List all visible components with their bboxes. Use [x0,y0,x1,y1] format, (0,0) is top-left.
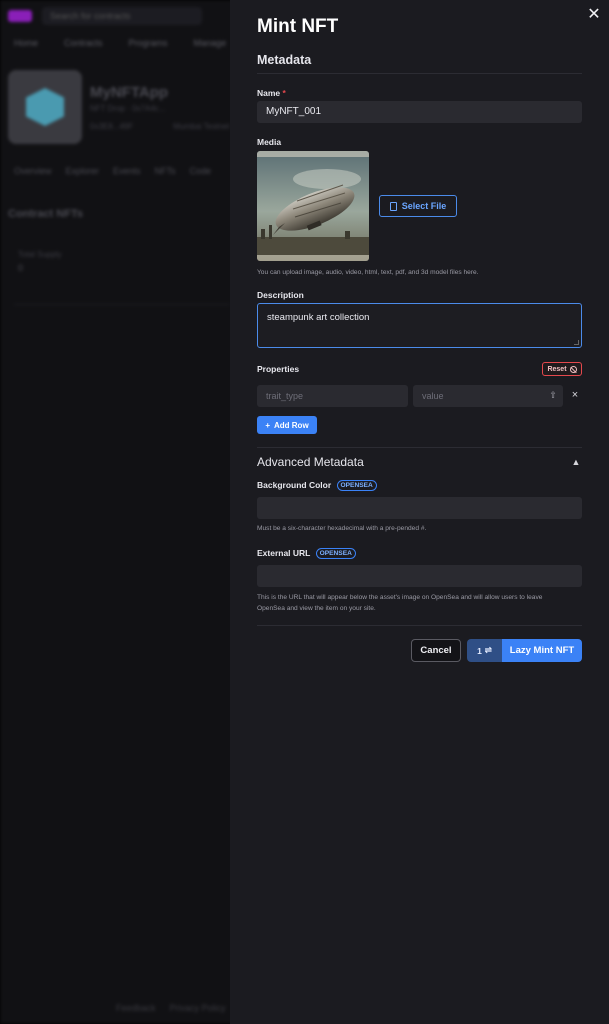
quantity-button[interactable]: 1 ⇌ [467,639,502,662]
page-footer: Feedback Privacy Policy [116,1003,226,1013]
select-file-label: Select File [401,201,447,211]
properties-label: Properties [257,364,300,374]
media-preview-image[interactable] [257,151,369,261]
resize-grip-icon[interactable] [574,340,579,345]
remove-row-icon[interactable]: × [569,388,581,402]
file-icon [389,201,397,211]
tab-events[interactable]: Events [113,166,141,176]
drawer-title: Mint NFT [257,16,339,37]
divider [257,625,582,626]
tab-explorer[interactable]: Explorer [66,166,100,176]
footer-link-privacy[interactable]: Privacy Policy [170,1003,226,1013]
stat-label: Total Supply [18,250,62,259]
opensea-badge: OPENSEA [336,480,377,491]
reset-label: Reset [547,365,567,373]
app-avatar [8,70,82,144]
add-row-button[interactable]: + Add Row [257,416,317,434]
stat-value: 0 [18,263,24,273]
contract-address[interactable]: 0x3E8...49F [90,122,133,131]
background-color-label: Background Color OPENSEA [257,480,377,491]
trait-type-input[interactable]: trait_type [257,385,408,407]
media-label: Media [257,137,282,147]
name-input[interactable]: MyNFT_001 [257,101,582,123]
app-name: MyNFTApp [90,84,169,101]
contract-tabs: Overview Explorer Events NFTs Code [14,166,211,176]
nav-item-manage[interactable]: Manage [194,38,227,48]
chevron-up-icon[interactable]: ▲ [570,456,582,468]
background-color-label-text: Background Color [257,480,332,490]
mint-nft-drawer: ✕ Mint NFT Metadata Name * MyNFT_001 Med… [230,0,609,1024]
close-icon[interactable]: ✕ [585,6,603,24]
external-url-help-2: OpenSea and view the item on your site. [257,605,376,612]
metadata-heading: Metadata [257,53,312,67]
nav-item-contracts[interactable]: Contracts [64,38,103,48]
description-textarea[interactable]: steampunk art collection [257,303,582,348]
nav-item-home[interactable]: Home [14,38,38,48]
section-title: Contract NFTs [8,208,83,220]
network-name: Mumbai Testnet [173,122,230,131]
cancel-button[interactable]: Cancel [411,639,461,662]
footer-link-feedback[interactable]: Feedback [116,1003,156,1013]
opensea-badge: OPENSEA [315,548,356,559]
tab-code[interactable]: Code [190,166,212,176]
table-divider [14,304,230,305]
app-meta-items: 0x3E8...49F Mumbai Testnet [90,122,229,131]
swap-icon: ⇌ [484,645,492,655]
brand-logo [8,10,32,22]
tab-nfts[interactable]: NFTs [155,166,176,176]
select-file-button[interactable]: Select File [379,195,457,217]
description-label: Description [257,290,304,300]
hexagon-icon [26,88,64,126]
add-row-label: Add Row [274,420,309,430]
external-url-input[interactable] [257,565,582,587]
description-value: steampunk art collection [267,312,370,323]
external-url-help-1: This is the URL that will appear below t… [257,594,543,601]
required-mark: * [282,88,286,98]
app-meta: NFT Drop · 0x7A4c... [90,104,166,113]
reset-button[interactable]: Reset [542,362,582,376]
main-nav: Home Contracts Programs Manage [14,38,226,48]
divider [257,447,582,448]
app-topbar: Search for contracts [0,0,240,32]
background-color-help: Must be a six-character hexadecimal with… [257,525,427,532]
search-input[interactable]: Search for contracts [42,7,202,25]
external-url-label: External URL OPENSEA [257,548,356,559]
lazy-mint-button[interactable]: Lazy Mint NFT [502,639,582,662]
divider [257,73,582,74]
advanced-metadata-heading[interactable]: Advanced Metadata [257,455,364,469]
steampunk-airship-image [257,151,369,261]
nav-item-programs[interactable]: Programs [129,38,168,48]
name-label: Name * [257,88,286,98]
trait-value-input[interactable]: value [413,385,563,407]
tab-overview[interactable]: Overview [14,166,52,176]
external-url-label-text: External URL [257,548,311,558]
upload-icon[interactable]: ⇧ [548,390,558,401]
quantity-value: 1 [477,645,482,656]
background-color-input[interactable] [257,497,582,519]
media-help-text: You can upload image, audio, video, html… [257,269,479,276]
ban-icon [569,365,577,373]
name-label-text: Name [257,88,281,98]
plus-icon: + [265,420,270,430]
